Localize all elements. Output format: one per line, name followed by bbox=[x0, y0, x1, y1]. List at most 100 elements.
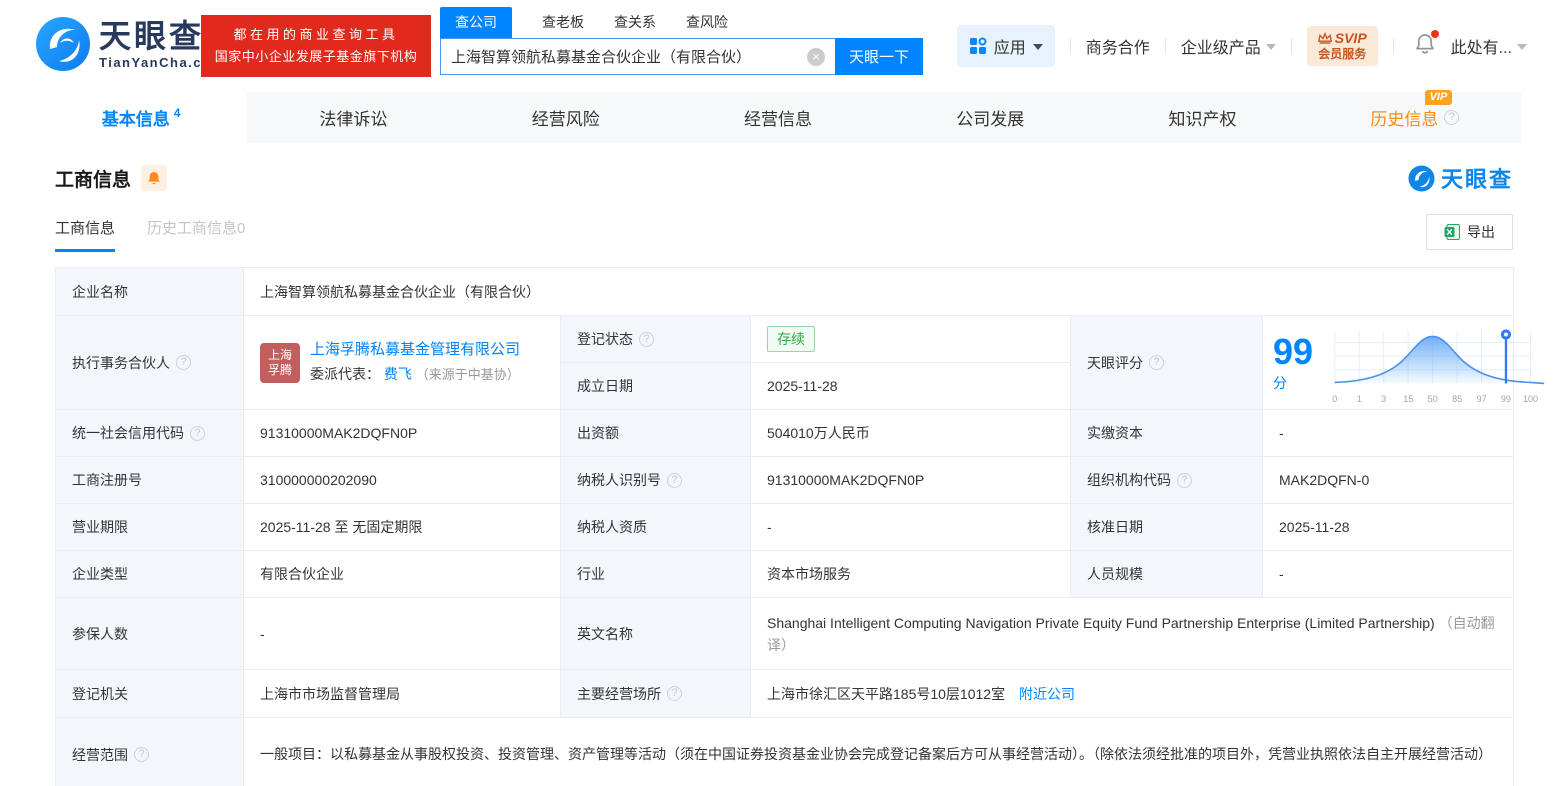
tab-company-development[interactable]: 公司发展 bbox=[884, 92, 1096, 143]
tab-basic-info[interactable]: 基本信息 4 bbox=[35, 92, 248, 143]
section-title: 工商信息 bbox=[55, 169, 132, 191]
svip-badge[interactable]: SVIP 会员服务 bbox=[1306, 26, 1378, 66]
partner-company-link[interactable]: 上海孚腾私募基金管理有限公司 bbox=[310, 341, 520, 358]
tab-history-info[interactable]: 历史信息 VIP ? bbox=[1309, 90, 1521, 143]
svip-label: SVIP bbox=[1334, 30, 1367, 46]
score-curve-icon bbox=[1334, 328, 1545, 384]
business-info-section: 工商信息 天眼查 工商信息 历史工商信息0 导出 企业名称 上海智算领航私募基金… bbox=[55, 163, 1545, 786]
caret-down-icon bbox=[1517, 44, 1527, 50]
search-tabs: 查公司 查老板 查关系 查风险 bbox=[440, 7, 923, 38]
page-header: 天眼查 TianYanCha.com 都在用的商业查询工具 国家中小企业发展子基… bbox=[0, 0, 1557, 92]
clear-icon[interactable]: × bbox=[807, 47, 825, 66]
label-registration-status: 登记状态 ? bbox=[560, 315, 751, 363]
partner-avatar[interactable]: 上海 孚腾 bbox=[260, 342, 300, 383]
label-company-name: 企业名称 bbox=[55, 267, 244, 316]
caret-down-icon bbox=[1265, 44, 1276, 50]
search-tab-risk[interactable]: 查风险 bbox=[686, 7, 728, 38]
label-executive-partner: 执行事务合伙人 ? bbox=[55, 315, 244, 410]
label-establish-date: 成立日期 bbox=[560, 362, 751, 410]
tab-operating-info[interactable]: 经营信息 bbox=[672, 92, 884, 143]
watermark-swirl-icon bbox=[1408, 164, 1435, 192]
value-taxpayer-id: 91310000MAK2DQFN0P bbox=[750, 456, 1071, 504]
label-tianyan-score: 天眼评分 ? bbox=[1070, 315, 1263, 410]
label-business-scope: 经营范围 ? bbox=[55, 717, 244, 786]
logo-swirl-icon bbox=[36, 17, 90, 71]
subscribe-bell-button[interactable] bbox=[141, 165, 168, 191]
company-tabs: 基本信息 4 法律诉讼 经营风险 经营信息 公司发展 知识产权 历史信息 VIP… bbox=[35, 90, 1521, 143]
divider bbox=[1164, 38, 1166, 54]
label-business-address: 主要经营场所 ? bbox=[560, 669, 751, 718]
value-org-code: MAK2DQFN-0 bbox=[1261, 456, 1515, 504]
label-taxpayer-quality: 纳税人资质 bbox=[560, 503, 751, 551]
notification-bell-button[interactable] bbox=[1415, 29, 1439, 60]
label-business-term: 营业期限 bbox=[55, 503, 244, 551]
value-taxpayer-quality: - bbox=[750, 503, 1071, 551]
label-credit-code: 统一社会信用代码 ? bbox=[55, 409, 244, 457]
help-icon[interactable]: ? bbox=[176, 355, 191, 370]
label-industry: 行业 bbox=[560, 550, 751, 598]
label-english-name: 英文名称 bbox=[560, 597, 751, 670]
divider bbox=[1069, 38, 1071, 54]
help-icon[interactable]: ? bbox=[1177, 472, 1192, 488]
search-button[interactable]: 天眼一下 bbox=[835, 38, 923, 75]
apps-grid-icon bbox=[969, 37, 987, 54]
help-icon[interactable]: ? bbox=[1149, 355, 1164, 370]
value-approval-date: 2025-11-28 bbox=[1261, 503, 1515, 551]
search-tab-boss[interactable]: 查老板 bbox=[542, 7, 584, 38]
help-icon[interactable]: ? bbox=[667, 686, 682, 701]
delegate-name-link[interactable]: 费飞 bbox=[384, 366, 412, 382]
search-tab-relation[interactable]: 查关系 bbox=[614, 7, 656, 38]
tab-legal-proceedings[interactable]: 法律诉讼 bbox=[247, 92, 459, 143]
help-icon[interactable]: ? bbox=[190, 425, 205, 441]
score-chart: 0 1 3 15 50 85 97 99 100 bbox=[1325, 326, 1550, 404]
subtab-history-business-info[interactable]: 历史工商信息0 bbox=[147, 217, 245, 252]
value-tianyan-score: 99 分 0 1 3 15 50 85 97 99 100 bbox=[1261, 315, 1545, 410]
tianyancha-logo[interactable]: 天眼查 TianYanCha.com bbox=[35, 16, 225, 72]
export-button[interactable]: 导出 bbox=[1426, 214, 1513, 250]
tab-intellectual-property[interactable]: 知识产权 bbox=[1096, 92, 1308, 143]
nav-more[interactable]: 此处有... bbox=[1451, 34, 1527, 58]
label-approval-date: 核准日期 bbox=[1070, 503, 1263, 551]
search-box: × 天眼一下 bbox=[440, 38, 923, 75]
status-badge: 存续 bbox=[767, 326, 815, 352]
value-english-name: Shanghai Intelligent Computing Navigatio… bbox=[749, 597, 1515, 670]
apps-button[interactable]: 应用 bbox=[956, 25, 1055, 67]
tab-count-badge: 4 bbox=[173, 106, 181, 120]
value-paid-capital: - bbox=[1261, 409, 1515, 457]
nav-business-cooperation[interactable]: 商务合作 bbox=[1086, 34, 1150, 58]
svip-sublabel: 会员服务 bbox=[1318, 47, 1367, 61]
nav-enterprise-products[interactable]: 企业级产品 bbox=[1181, 34, 1276, 58]
excel-icon bbox=[1444, 224, 1460, 240]
label-registry-authority: 登记机关 bbox=[55, 669, 244, 718]
tab-operating-risk[interactable]: 经营风险 bbox=[460, 92, 672, 143]
value-industry: 资本市场服务 bbox=[750, 550, 1071, 598]
label-registration-number: 工商注册号 bbox=[55, 456, 244, 504]
score-unit: 分 bbox=[1273, 374, 1287, 391]
nearby-company-link[interactable]: 附近公司 bbox=[1019, 686, 1075, 702]
score-axis-labels: 0 1 3 15 50 85 97 99 100 bbox=[1332, 393, 1538, 404]
label-capital: 出资额 bbox=[560, 409, 751, 457]
divider bbox=[1290, 38, 1292, 54]
score-value: 99 bbox=[1273, 330, 1314, 372]
promo-line2: 国家中小企业发展子基金旗下机构 bbox=[214, 49, 418, 64]
value-staff-size: - bbox=[1261, 550, 1515, 598]
help-icon[interactable]: ? bbox=[639, 331, 654, 347]
help-icon[interactable]: ? bbox=[1444, 110, 1460, 125]
label-paid-capital: 实缴资本 bbox=[1070, 409, 1263, 457]
value-establish-date: 2025-11-28 bbox=[750, 362, 1071, 410]
search-input[interactable] bbox=[451, 48, 807, 65]
label-company-type: 企业类型 bbox=[55, 550, 244, 598]
help-icon[interactable]: ? bbox=[667, 472, 682, 488]
watermark-text: 天眼查 bbox=[1440, 167, 1513, 192]
subscribe-bell-icon bbox=[148, 171, 160, 184]
search-area: 查公司 查老板 查关系 查风险 × 天眼一下 bbox=[440, 7, 923, 75]
value-registry-authority: 上海市市场监督管理局 bbox=[243, 669, 561, 718]
help-icon[interactable]: ? bbox=[134, 747, 149, 762]
vip-tag: VIP bbox=[1424, 90, 1453, 105]
value-insured-count: - bbox=[243, 597, 561, 670]
label-insured-count: 参保人数 bbox=[55, 597, 244, 670]
search-tab-company[interactable]: 查公司 bbox=[440, 7, 512, 38]
promo-banner: 都在用的商业查询工具 国家中小企业发展子基金旗下机构 bbox=[201, 15, 431, 77]
subtab-business-info[interactable]: 工商信息 bbox=[55, 217, 116, 252]
label-org-code: 组织机构代码 ? bbox=[1070, 456, 1263, 504]
